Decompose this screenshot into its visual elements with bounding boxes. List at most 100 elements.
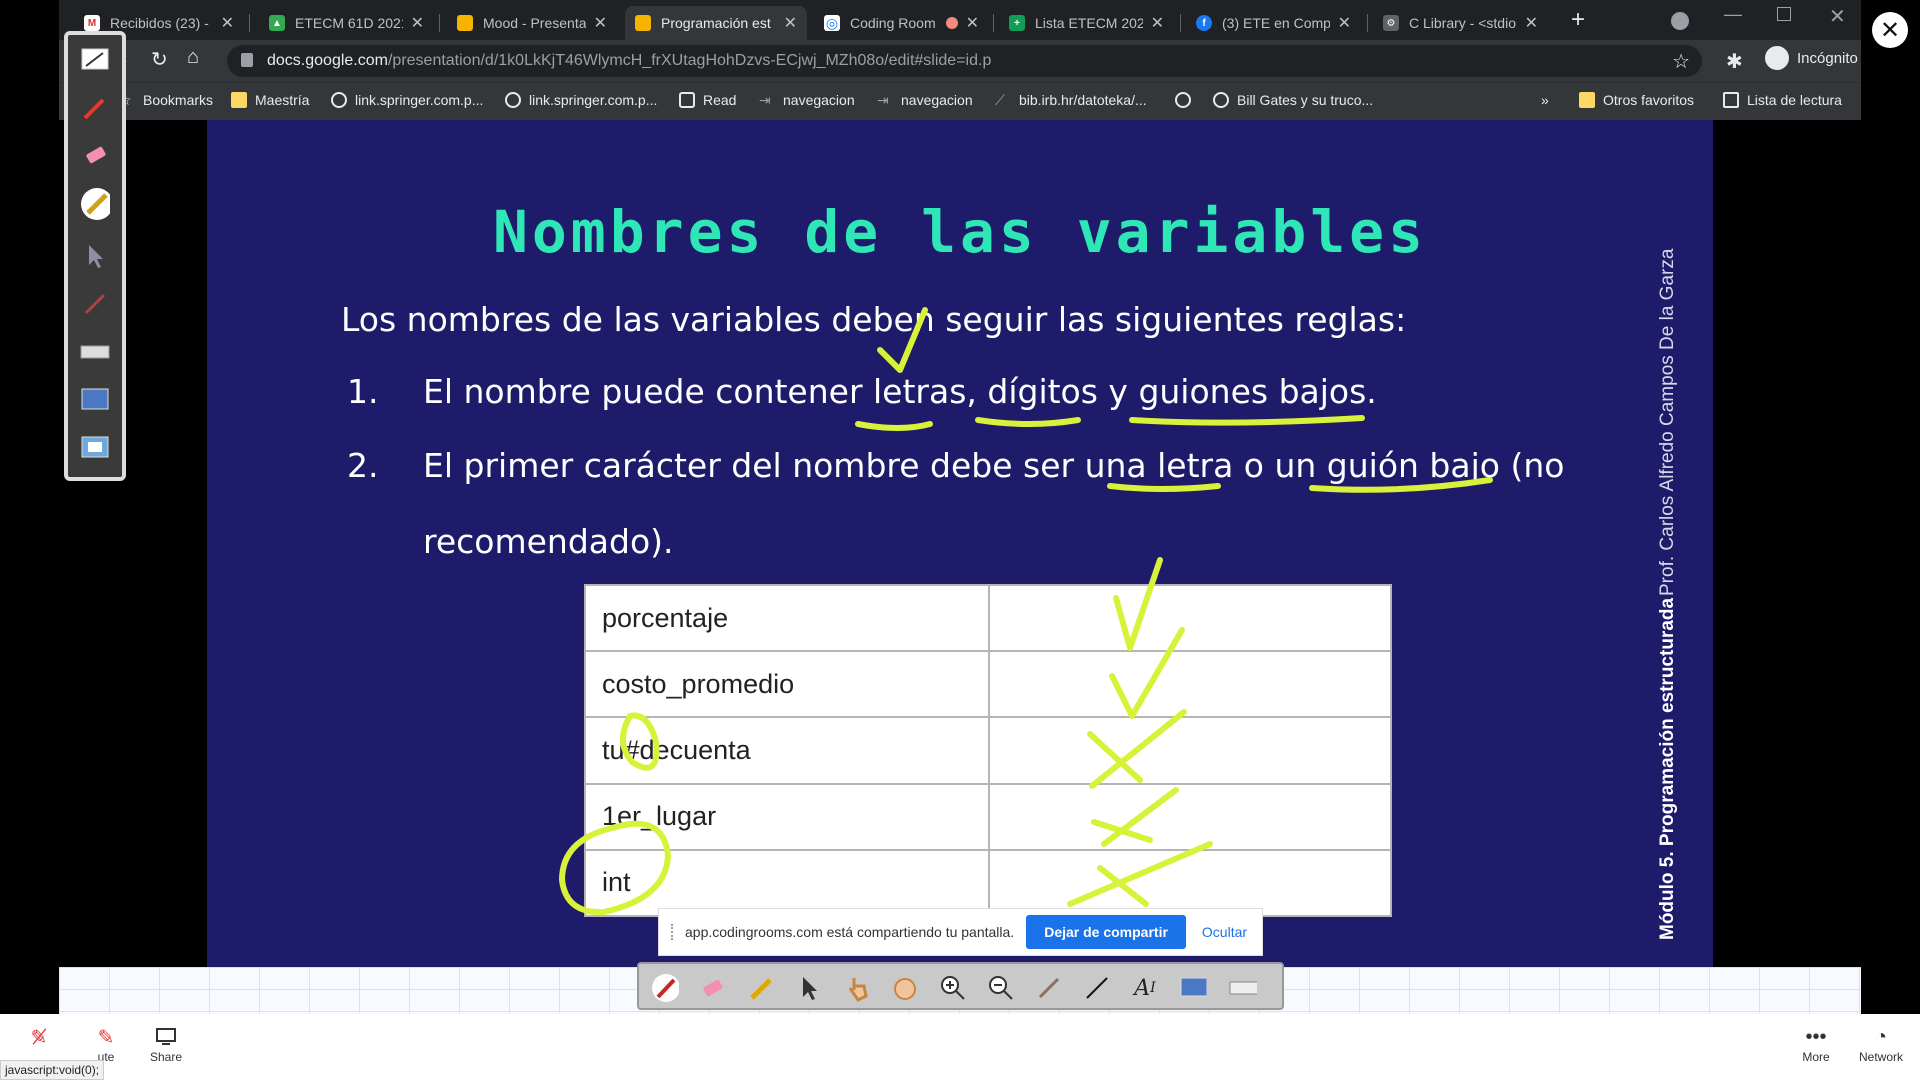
bookmark-item[interactable]: link.springer.com.p... [505, 92, 657, 108]
stop-sharing-button[interactable]: Dejar de compartir [1026, 915, 1186, 949]
eraser-tool-icon[interactable] [699, 974, 727, 1002]
mute-button[interactable]: ✎ ute [84, 1024, 128, 1065]
tab-lista[interactable]: + Lista ETECM 2021 ✕ [999, 6, 1174, 40]
share-button[interactable]: Share [146, 1024, 186, 1064]
arrow-icon: ⇥ [759, 92, 771, 108]
brush-tool-icon[interactable] [1035, 974, 1063, 1002]
annotate-toggle-icon[interactable] [80, 45, 110, 75]
meeting-controls: ✎̸ ✎ ute Share ••• More ◔ Network [0, 1014, 1920, 1080]
pointer-tool-icon[interactable] [795, 974, 823, 1002]
close-tab-icon[interactable]: ✕ [966, 13, 979, 33]
reload-icon[interactable]: ↻ [151, 47, 168, 72]
hide-notice-button[interactable]: Ocultar [1202, 924, 1247, 940]
close-tab-icon[interactable]: ✕ [594, 13, 607, 33]
status-bar-link: javascript:void(0); [0, 1060, 105, 1080]
highlighter-tool-icon[interactable] [80, 188, 110, 220]
close-tab-icon[interactable]: ✕ [784, 13, 797, 33]
reading-list[interactable]: Lista de lectura [1723, 92, 1842, 108]
drag-handle[interactable] [671, 924, 675, 940]
close-overlay-button[interactable]: ✕ [1872, 12, 1908, 48]
screen-capture-icon[interactable] [1179, 974, 1207, 1002]
gmail-icon: M [84, 15, 100, 31]
incognito-indicator[interactable]: Incógnito [1765, 46, 1858, 70]
validity-cell [988, 782, 1392, 851]
zoom-in-icon[interactable] [939, 974, 967, 1002]
bookmark-label: Maestría [255, 92, 310, 108]
bookmark-label: navegacion [901, 92, 973, 108]
bookmark-item[interactable] [1175, 92, 1199, 108]
variable-names-table: porcentaje costo_promedio tu#decuenta 1e… [584, 583, 1392, 918]
globe-icon [1175, 92, 1191, 108]
tab-drive[interactable]: ▲ ETECM 61D 2021- ✕ [259, 6, 434, 40]
slides-icon [457, 15, 473, 31]
browser-toolbar: ← ↻ ⌂ docs.google.com/presentation/d/1k0… [59, 40, 1861, 82]
tab-title: Lista ETECM 2021 [1035, 15, 1143, 31]
bookmark-item[interactable]: ⇥ navegacion [877, 92, 973, 108]
pointer-tool-icon[interactable] [80, 241, 110, 271]
table-row: porcentaje [584, 583, 1392, 653]
validity-cell [988, 848, 1392, 918]
close-tab-icon[interactable]: ✕ [411, 13, 424, 33]
network-button[interactable]: ◔ Network [1856, 1024, 1906, 1065]
tab-coding-room[interactable]: ◎ Coding Room ✕ [814, 6, 989, 40]
keyboard-icon[interactable] [80, 337, 110, 367]
restore-icon[interactable] [1777, 7, 1791, 21]
bookmark-item[interactable]: ☆Bookmarks [119, 92, 213, 108]
screen-capture-icon[interactable] [80, 385, 110, 415]
screen-share-notice: app.codingrooms.com está compartiendo tu… [658, 908, 1263, 956]
other-bookmarks[interactable]: Otros favoritos [1579, 92, 1694, 108]
tab-mood[interactable]: Mood - Presentac ✕ [447, 6, 617, 40]
facebook-icon: f [1196, 15, 1212, 31]
bookmark-label: Bookmarks [143, 92, 214, 108]
text-tool-icon[interactable]: AI [1131, 974, 1159, 1002]
tab-separator [249, 14, 250, 32]
tab-c-library[interactable]: ⚙ C Library - <stdio ✕ [1373, 6, 1548, 40]
sheets-icon: + [1009, 15, 1025, 31]
bookmark-item[interactable]: Bill Gates y su truco... [1213, 92, 1373, 108]
new-tab-icon[interactable]: + [1571, 6, 1585, 34]
keyboard-icon[interactable] [1229, 974, 1257, 1002]
arrow-icon: ⇥ [877, 92, 889, 108]
tab-facebook[interactable]: f (3) ETE en Compu ✕ [1186, 6, 1361, 40]
tab-title: Programación est [661, 15, 771, 31]
tab-programacion[interactable]: Programación est ✕ [625, 6, 807, 40]
minimize-icon[interactable]: — [1724, 4, 1742, 25]
mic-off-icon: ✎ [97, 1026, 115, 1049]
zoom-out-icon[interactable] [987, 974, 1015, 1002]
hand-pointer-icon[interactable] [843, 974, 871, 1002]
bookmark-item[interactable]: Maestría [231, 92, 309, 108]
lock-icon [241, 53, 253, 67]
bookmark-item[interactable]: Read [679, 92, 736, 108]
bookmark-item[interactable]: ⟋ bib.irb.hr/datoteka/... [995, 92, 1147, 108]
more-button[interactable]: ••• More [1794, 1024, 1838, 1065]
brush-tool-icon[interactable] [80, 289, 110, 319]
pan-hand-icon[interactable] [891, 974, 919, 1002]
extensions-icon[interactable]: ✱ [1726, 49, 1743, 74]
pen-tool-icon[interactable] [80, 93, 110, 123]
bookmarks-overflow[interactable]: » [1541, 92, 1549, 108]
slide-module: Módulo 5. Programación estructurada [1657, 597, 1678, 940]
bookmark-star-icon[interactable]: ☆ [1672, 49, 1690, 74]
home-icon[interactable]: ⌂ [187, 46, 199, 69]
whiteboard-icon[interactable] [80, 433, 110, 463]
tab-title: C Library - <stdio [1409, 15, 1516, 31]
bookmark-item[interactable]: ⇥ navegacion [759, 92, 855, 108]
tab-search-icon[interactable] [1671, 12, 1689, 30]
eraser-tool-icon[interactable] [80, 141, 110, 171]
table-row: costo_promedio [584, 650, 1392, 719]
line-tool-icon[interactable] [1083, 974, 1111, 1002]
stop-video-button[interactable]: ✎̸ [24, 1024, 54, 1050]
share-label: Share [149, 1050, 183, 1064]
close-tab-icon[interactable]: ✕ [1525, 13, 1538, 33]
window-close-icon[interactable]: ✕ [1829, 4, 1846, 29]
close-tab-icon[interactable]: ✕ [1151, 13, 1164, 33]
rule-text: El primer carácter del nombre debe ser u… [423, 446, 1565, 485]
bookmark-item[interactable]: link.springer.com.p... [331, 92, 483, 108]
rule-number: 1. [347, 372, 379, 411]
address-bar[interactable]: docs.google.com/presentation/d/1k0LkKjT4… [227, 45, 1702, 77]
pen-tool-icon[interactable] [651, 974, 679, 1002]
close-tab-icon[interactable]: ✕ [1338, 13, 1351, 33]
highlighter-tool-icon[interactable] [747, 974, 775, 1002]
tab-separator [993, 14, 994, 32]
close-tab-icon[interactable]: ✕ [221, 13, 234, 33]
